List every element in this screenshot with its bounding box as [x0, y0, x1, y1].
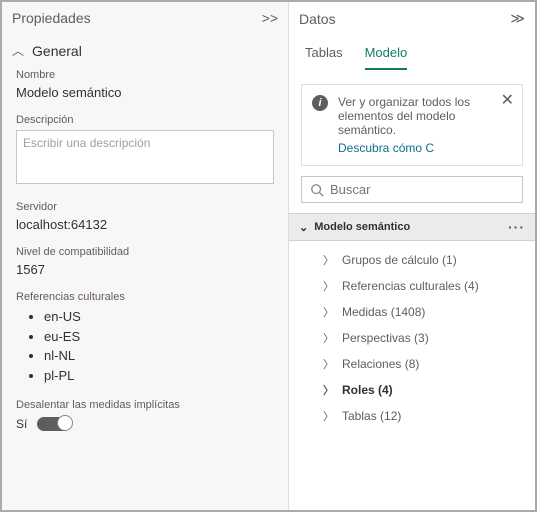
properties-header: Propiedades >> — [2, 2, 288, 34]
info-line1: Ver y organizar todos los — [338, 95, 512, 109]
chevron-right-icon: 〉 — [323, 408, 334, 424]
data-title: Datos — [299, 11, 336, 27]
tab-modelo[interactable]: Modelo — [365, 45, 408, 70]
list-item: eu-ES — [44, 327, 274, 347]
server-label: Servidor — [16, 201, 274, 213]
description-label: Descripción — [16, 114, 274, 126]
list-item: pl-PL — [44, 366, 274, 386]
list-item: nl-NL — [44, 346, 274, 366]
section-general-label: General — [32, 43, 82, 59]
tree-item-label: Referencias culturales (4) — [342, 279, 479, 293]
info-text: Ver y organizar todos los elementos del … — [338, 95, 512, 155]
info-icon: i — [312, 95, 328, 111]
tabs: Tablas Modelo — [289, 35, 535, 70]
expand-icon[interactable]: ≫ — [510, 10, 525, 27]
properties-panel: Propiedades >> ︿ General Nombre Modelo s… — [2, 2, 289, 510]
close-icon[interactable]: ✕ — [501, 93, 514, 109]
search-icon — [310, 183, 324, 197]
more-icon[interactable]: ··· — [508, 219, 525, 235]
tree-root-label: Modelo semántico — [314, 221, 410, 233]
tree-list: 〉 Grupos de cálculo (1) 〉 Referencias cu… — [289, 241, 535, 435]
tree-item-label: Tablas (12) — [342, 409, 401, 423]
tree-item-label: Relaciones (8) — [342, 357, 419, 371]
field-server: Servidor localhost:64132 — [2, 197, 288, 242]
chevron-right-icon: 〉 — [323, 382, 334, 398]
collapse-right-icon[interactable]: >> — [262, 10, 278, 26]
cultures-list: en-US eu-ES nl-NL pl-PL — [16, 307, 274, 385]
chevron-right-icon: 〉 — [323, 278, 334, 294]
chevron-right-icon: 〉 — [323, 330, 334, 346]
chevron-right-icon: 〉 — [323, 252, 334, 268]
search-input[interactable] — [330, 182, 514, 197]
info-line2: elementos del modelo semántico. — [338, 109, 512, 137]
field-name: Nombre Modelo semántico — [2, 65, 288, 110]
chevron-right-icon: 〉 — [323, 356, 334, 372]
compat-label: Nivel de compatibilidad — [16, 246, 274, 258]
server-value: localhost:64132 — [16, 217, 274, 232]
tree-item-label: Perspectivas (3) — [342, 331, 429, 345]
tree-item-medidas[interactable]: 〉 Medidas (1408) — [289, 299, 535, 325]
tree-item-label: Medidas (1408) — [342, 305, 425, 319]
tree-item-roles[interactable]: 〉 Roles (4) — [289, 377, 535, 403]
chevron-up-icon: ︿ — [12, 42, 24, 59]
data-panel: Datos ≫ Tablas Modelo i Ver y organizar … — [289, 2, 535, 510]
implicit-toggle[interactable] — [37, 417, 71, 431]
search-box[interactable] — [301, 176, 523, 203]
data-header: Datos ≫ — [289, 2, 535, 35]
tab-tablas[interactable]: Tablas — [305, 45, 343, 70]
description-input[interactable] — [16, 130, 274, 184]
tree-item-label: Grupos de cálculo (1) — [342, 253, 457, 267]
name-label: Nombre — [16, 69, 274, 81]
field-cultures: Referencias culturales en-US eu-ES nl-NL… — [2, 287, 288, 395]
chevron-down-icon: ⌄ — [299, 221, 308, 234]
tree-item-relaciones[interactable]: 〉 Relaciones (8) — [289, 351, 535, 377]
list-item: en-US — [44, 307, 274, 327]
toggle-value-text: Sí — [16, 417, 27, 431]
tree-item-tablas[interactable]: 〉 Tablas (12) — [289, 403, 535, 429]
compat-value: 1567 — [16, 262, 274, 277]
tree-item-label: Roles (4) — [342, 383, 393, 397]
info-banner: i Ver y organizar todos los elementos de… — [301, 84, 523, 166]
section-general[interactable]: ︿ General — [2, 34, 288, 65]
tree-item-perspectivas[interactable]: 〉 Perspectivas (3) — [289, 325, 535, 351]
field-compat: Nivel de compatibilidad 1567 — [2, 242, 288, 287]
tree-item-referencias[interactable]: 〉 Referencias culturales (4) — [289, 273, 535, 299]
field-implicit-measures: Desalentar las medidas implícitas Sí — [2, 395, 288, 441]
tree-root[interactable]: ⌄ Modelo semántico ··· — [289, 213, 535, 241]
info-link[interactable]: Descubra cómo C — [338, 141, 434, 155]
tree-item-grupos[interactable]: 〉 Grupos de cálculo (1) — [289, 247, 535, 273]
field-description: Descripción — [2, 110, 288, 197]
properties-title: Propiedades — [12, 10, 91, 26]
chevron-right-icon: 〉 — [323, 304, 334, 320]
name-value: Modelo semántico — [16, 85, 274, 100]
cultures-label: Referencias culturales — [16, 291, 274, 303]
implicit-label: Desalentar las medidas implícitas — [16, 399, 274, 411]
toggle-knob — [57, 415, 73, 431]
